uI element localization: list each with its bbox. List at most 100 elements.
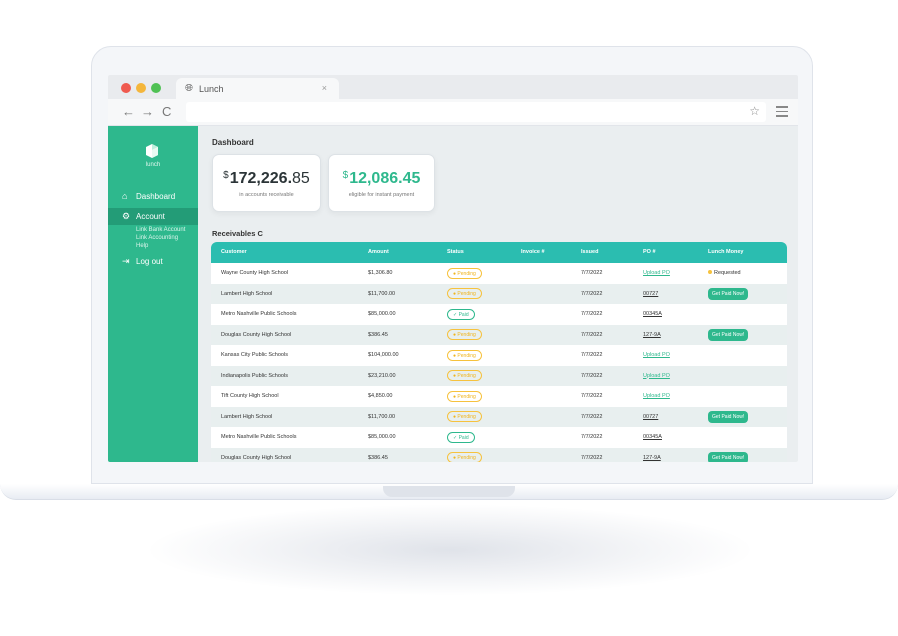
instant-payment-card: $12,086.45 eligible for instant payment: [328, 154, 435, 212]
column-header-customer[interactable]: Customer: [221, 249, 247, 255]
sidebar-subitem-link-bank-account[interactable]: Link Bank Account: [136, 227, 185, 233]
amount-cell: $104,000.00: [368, 352, 399, 358]
receivables-title: Receivables C: [212, 229, 263, 238]
customer-cell: Douglas County High School: [221, 454, 292, 461]
column-header-issued[interactable]: Issued: [581, 249, 598, 255]
issued-cell: 7/7/2022: [581, 393, 603, 399]
tab-title: Lunch: [199, 84, 224, 94]
issued-cell: 7/7/2022: [581, 454, 603, 461]
issued-cell: 7/7/2022: [581, 352, 603, 358]
sidebar-subitem-link-accounting[interactable]: Link Accounting: [136, 235, 178, 241]
customer-cell: Douglas County High School: [221, 331, 292, 338]
status-badge: ● Pending: [447, 370, 482, 381]
table-row: Kansas City Public Schools $104,000.00 ● P…: [211, 345, 787, 366]
customer-cell: Kansas City Public Schools: [221, 352, 288, 358]
laptop-notch: [383, 486, 515, 497]
page-title: Dashboard: [212, 138, 254, 147]
customer-cell: Metro Nashville Public Schools: [221, 311, 297, 317]
column-header-po[interactable]: PO #: [643, 249, 656, 255]
instant-payment-label: eligible for instant payment: [348, 192, 415, 198]
status-badge: ● Pending: [447, 329, 482, 340]
amount-cell: $386.45: [368, 331, 388, 338]
status-badge: ● Pending: [447, 452, 482, 462]
status-badge: ● Pending: [447, 288, 482, 299]
minimize-window-button[interactable]: [136, 83, 146, 93]
back-arrow-icon[interactable]: ←: [122, 104, 135, 119]
get-paid-now-button[interactable]: Get Paid Now!: [708, 287, 749, 300]
amount-cell: $4,850.00: [368, 393, 393, 399]
issued-cell: 7/7/2022: [581, 331, 603, 338]
home-icon: ⌂: [122, 191, 128, 201]
table-row: Lambert High School $11,700.00 ● Pending 7/…: [211, 406, 787, 427]
get-paid-now-button[interactable]: Get Paid Now!: [708, 328, 749, 341]
table-row: Metro Nashville Public Schools $85,000.00…: [211, 427, 787, 448]
column-header-amount[interactable]: Amount: [368, 249, 389, 255]
issued-cell: 7/7/2022: [581, 270, 603, 276]
table-row: Lambert High School $11,700.00 ● Pending 7/…: [211, 283, 787, 304]
lunch-logo-icon: [146, 144, 158, 158]
refresh-icon[interactable]: C: [257, 229, 262, 238]
table-header: Customer Amount Status Invoice # Issued …: [211, 242, 787, 263]
tab-close-icon[interactable]: ×: [322, 83, 327, 93]
upload-po-link[interactable]: Upload PO: [643, 373, 670, 379]
status-badge: ● Pending: [447, 390, 482, 402]
table-row: Tift County High School $4,850.00 ● Pendin…: [211, 386, 787, 407]
laptop-mockup: 🌐︎ Lunch × ← → C ☆ lunch ⌂ Dashboard ⚙ A…: [0, 0, 898, 636]
sidebar-subitem-help[interactable]: Help: [136, 243, 148, 249]
column-header-status[interactable]: Status: [447, 249, 464, 255]
forward-arrow-icon[interactable]: →: [141, 104, 154, 119]
status-badge: ✓ Paid: [447, 308, 475, 320]
po-number-link[interactable]: 127-9A: [643, 332, 661, 338]
address-bar[interactable]: ☆: [186, 102, 766, 122]
po-number-link[interactable]: 00345A: [643, 434, 662, 440]
po-number-link[interactable]: 127-9A: [643, 455, 661, 461]
upload-po-link[interactable]: Upload PO: [643, 393, 670, 399]
receivables-table: Customer Amount Status Invoice # Issued …: [211, 242, 787, 462]
accounts-receivable-label: in accounts receivable: [239, 192, 294, 198]
sidebar-item-label: Dashboard: [136, 192, 176, 201]
amount-cell: $85,000.00: [368, 434, 396, 440]
customer-cell: Tift County High School: [221, 393, 279, 399]
customer-cell: Wayne County High School: [221, 270, 289, 276]
status-badge: ● Pending: [447, 411, 482, 422]
sidebar-item-dashboard[interactable]: ⌂ Dashboard: [108, 188, 198, 205]
maximize-window-button[interactable]: [151, 83, 161, 93]
logo-text: lunch: [145, 162, 161, 168]
accounts-receivable-card: $172,226.85 in accounts receivable: [212, 154, 321, 212]
table-row: Metro Nashville Public Schools $85,000.00…: [211, 304, 787, 325]
globe-icon: 🌐︎: [185, 83, 193, 94]
column-header-invoice[interactable]: Invoice #: [521, 249, 545, 255]
sidebar: lunch ⌂ Dashboard ⚙ Account Link Bank Ac…: [108, 126, 198, 462]
upload-po-link[interactable]: Upload PO: [643, 352, 670, 358]
get-paid-now-button[interactable]: Get Paid Now!: [708, 451, 749, 462]
close-window-button[interactable]: [121, 83, 131, 93]
amount-cell: $23,210.00: [368, 372, 396, 379]
issued-cell: 7/7/2022: [581, 434, 603, 440]
po-number-link[interactable]: 00727: [643, 291, 658, 297]
browser-window: 🌐︎ Lunch × ← → C ☆ lunch ⌂ Dashboard ⚙ A…: [108, 75, 798, 462]
issued-cell: 7/7/2022: [581, 290, 603, 297]
column-header-lunch-money[interactable]: Lunch Money: [708, 249, 743, 255]
logout-icon: ⇥: [122, 256, 130, 266]
po-number-link[interactable]: 00345A: [643, 311, 662, 317]
customer-cell: Indianapolis Public Schools: [221, 372, 288, 379]
sidebar-item-logout[interactable]: ⇥ Log out: [108, 253, 198, 270]
bookmark-star-icon[interactable]: ☆: [749, 104, 760, 118]
table-row: Douglas County High School $386.45 ● Pendi…: [211, 324, 787, 345]
amount-cell: $11,700.00: [368, 290, 396, 297]
table-body: Wayne County High School $1,306.80 ● Pendi…: [211, 263, 787, 462]
table-row: Indianapolis Public Schools $23,210.00 ● P…: [211, 365, 787, 386]
browser-tab[interactable]: 🌐︎ Lunch ×: [176, 78, 339, 99]
customer-cell: Metro Nashville Public Schools: [221, 434, 297, 440]
reload-icon[interactable]: C: [162, 104, 171, 119]
sidebar-item-account[interactable]: ⚙ Account: [108, 208, 198, 225]
browser-toolbar: ← → C ☆: [108, 99, 798, 126]
browser-tab-bar: 🌐︎ Lunch ×: [108, 75, 798, 99]
menu-icon[interactable]: [776, 106, 788, 120]
amount-cell: $11,700.00: [368, 413, 396, 420]
get-paid-now-button[interactable]: Get Paid Now!: [708, 410, 749, 423]
main-content: Dashboard $172,226.85 in accounts receiv…: [198, 126, 798, 462]
status-badge: ● Pending: [447, 349, 482, 361]
po-number-link[interactable]: 00727: [643, 414, 658, 420]
upload-po-link[interactable]: Upload PO: [643, 270, 670, 276]
